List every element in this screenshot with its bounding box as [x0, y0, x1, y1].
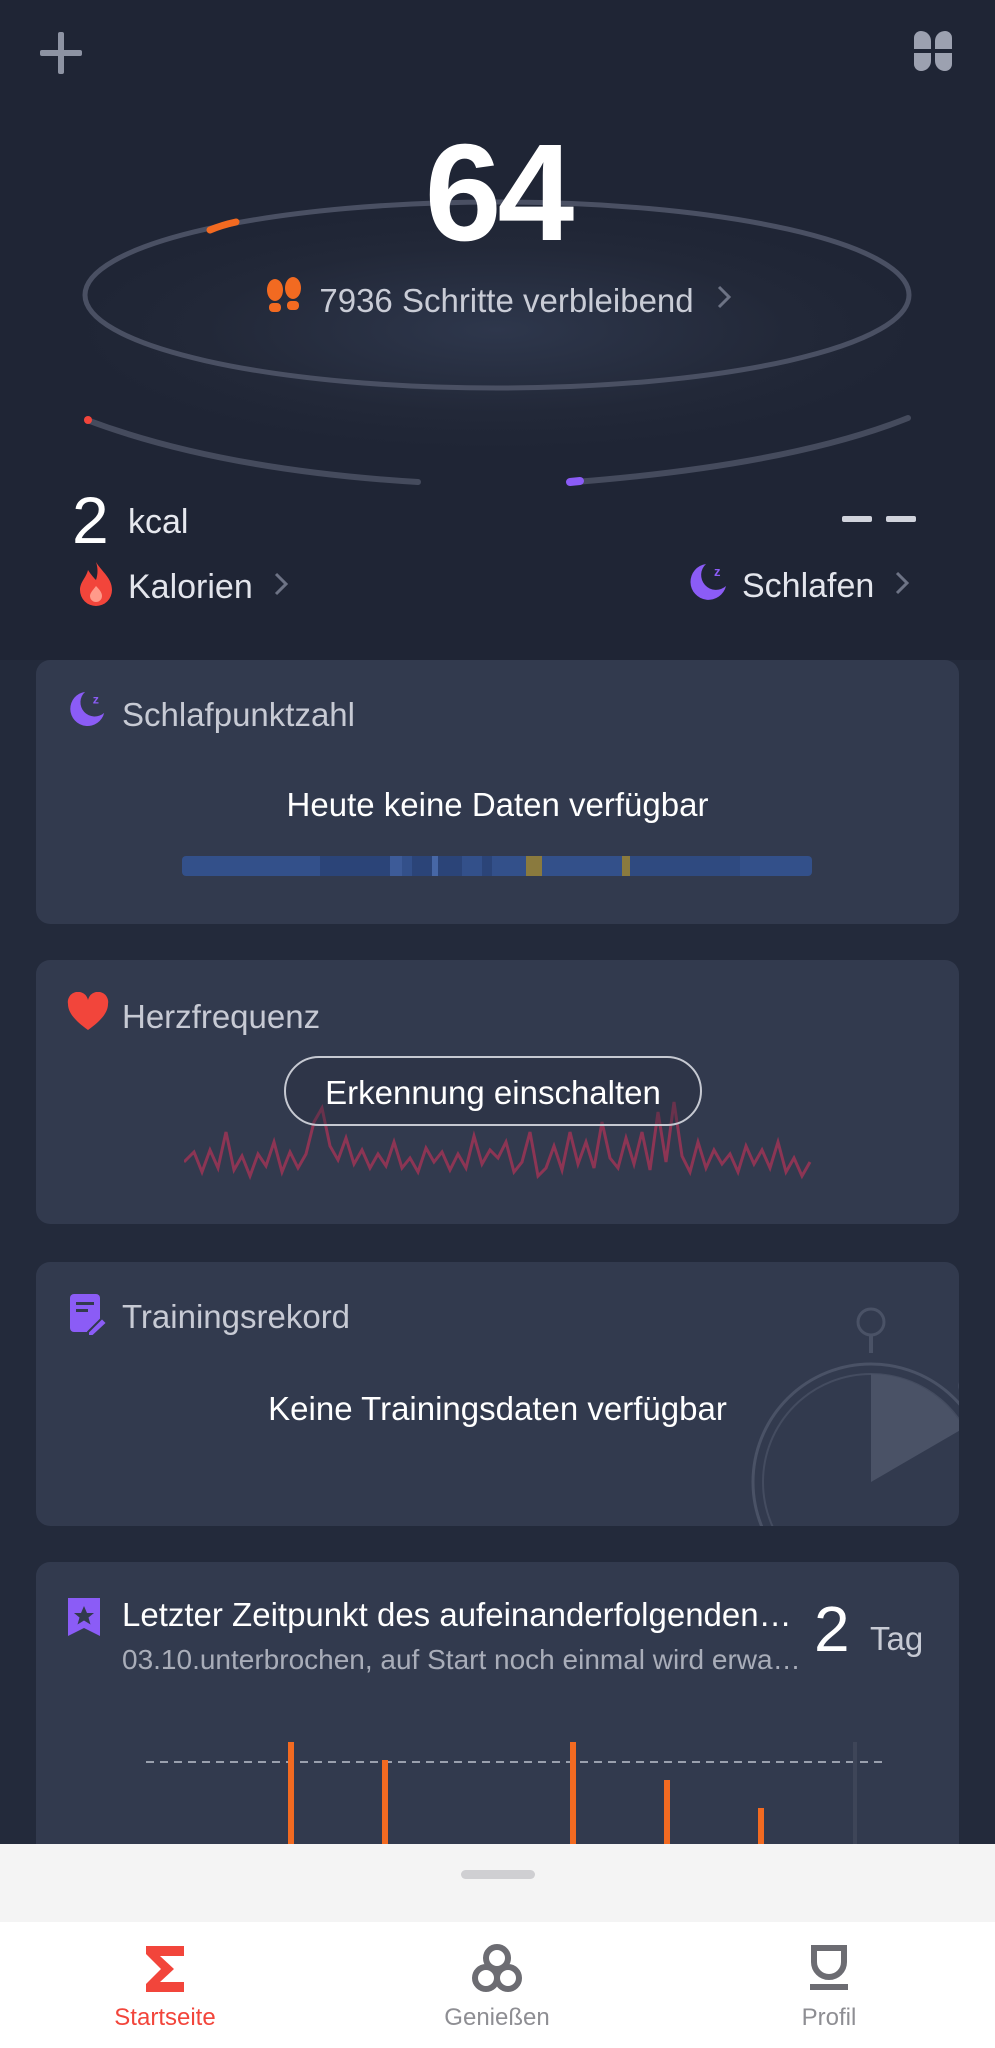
badge-star-icon — [66, 1596, 102, 1643]
sleep-progress-arc — [566, 477, 584, 486]
heart-rate-card[interactable]: Herzfrequenz Erkennung einschalten — [36, 960, 959, 1224]
sleep-label: Schlafen — [742, 567, 875, 605]
drag-handle[interactable] — [461, 1870, 535, 1879]
profile-icon — [810, 1945, 848, 1990]
calories-link[interactable]: Kalorien — [76, 560, 289, 615]
enable-detection-button[interactable]: Erkennung einschalten — [284, 1056, 702, 1126]
sleep-score-card[interactable]: z Schlafpunktzahl Heute keine Daten verf… — [36, 660, 959, 924]
chevron-right-icon — [716, 284, 732, 318]
sleep-link[interactable]: z Schlafen — [686, 560, 910, 613]
activity-big-value: 64 — [424, 116, 575, 270]
sleep-stage-bar — [182, 856, 812, 876]
svg-text:z: z — [93, 692, 99, 706]
training-report-icon — [66, 1292, 109, 1341]
sigma-icon — [146, 1946, 184, 1992]
streak-value: 2 — [814, 1593, 850, 1665]
steps-remaining-link[interactable]: 7936 Schritte verbleibend — [0, 276, 995, 326]
steps-remaining-text: 7936 Schritte verbleibend — [319, 282, 694, 319]
training-record-card[interactable]: Trainingsrekord Keine Trainingsdaten ver… — [36, 1262, 959, 1526]
calories-label: Kalorien — [128, 568, 253, 606]
nav-label: Profil — [801, 2004, 857, 2031]
calories-value: 2 — [72, 483, 109, 557]
nav-item-startseite[interactable]: Startseite — [45, 1922, 285, 2048]
streak-title: Letzter Zeitpunkt des aufeinanderfolgend… — [122, 1596, 792, 1633]
heart-rate-title: Herzfrequenz — [122, 998, 321, 1035]
chevron-right-icon — [894, 570, 910, 604]
training-record-title: Trainingsrekord — [122, 1298, 351, 1335]
sleep-moon-icon: z — [66, 688, 108, 735]
bottom-navigation: Startseite Genießen Profil — [0, 1922, 995, 2048]
nav-label: Genießen — [444, 2004, 550, 2031]
sleep-value-placeholder — [842, 516, 918, 522]
bottom-sheet-bar[interactable] — [0, 1844, 995, 1922]
nav-label: Startseite — [114, 2004, 216, 2031]
svg-text:z: z — [714, 564, 721, 579]
calories-progress-dot — [84, 416, 92, 424]
sleep-score-title: Schlafpunktzahl — [122, 696, 355, 733]
sleep-ring-track — [572, 415, 911, 485]
sleep-score-message: Heute keine Daten verfügbar — [286, 786, 709, 823]
calories-unit: kcal — [128, 503, 189, 541]
nav-item-geniessen[interactable]: Genießen — [377, 1922, 617, 2048]
flame-icon — [76, 560, 116, 615]
training-record-message: Keine Trainingsdaten verfügbar — [268, 1390, 727, 1427]
chevron-right-icon — [273, 571, 289, 605]
heart-icon — [66, 991, 110, 1037]
streak-unit: Tag — [870, 1620, 924, 1657]
trefoil-icon — [472, 1944, 522, 1992]
streak-card[interactable]: Letzter Zeitpunkt des aufeinanderfolgend… — [36, 1562, 959, 1862]
nav-item-profil[interactable]: Profil — [709, 1922, 949, 2048]
streak-subtitle: 03.10.unterbrochen, auf Start noch einma… — [122, 1644, 801, 1675]
sleep-moon-icon: z — [686, 560, 730, 613]
footprints-icon — [263, 276, 305, 326]
calories-ring-track — [84, 417, 421, 485]
